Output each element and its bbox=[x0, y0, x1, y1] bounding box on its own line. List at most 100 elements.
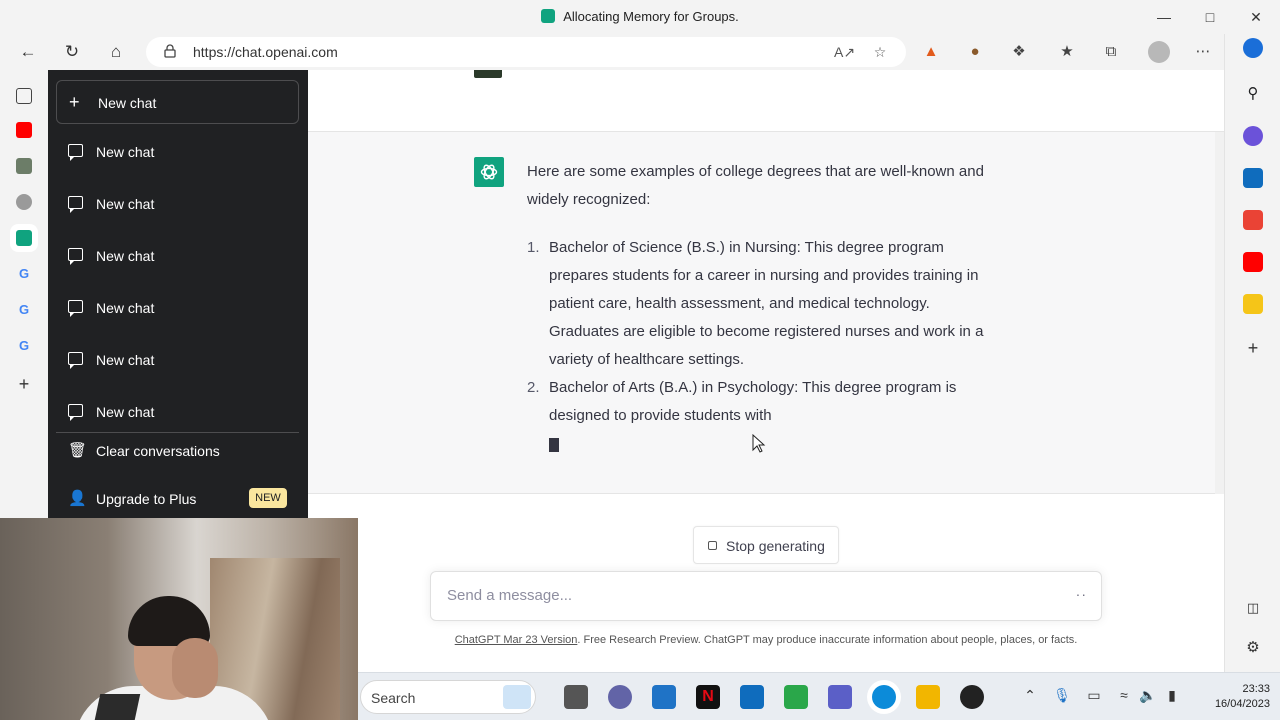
copilot-icon[interactable] bbox=[1243, 126, 1263, 146]
clock-date: 16/04/2023 bbox=[1214, 698, 1270, 710]
notepad-icon[interactable] bbox=[652, 685, 676, 709]
clear-conversations-button[interactable]: 🗑 Clear conversations bbox=[56, 431, 299, 471]
conversation-item[interactable]: New chat bbox=[56, 289, 299, 329]
conversation-item[interactable]: New chat bbox=[56, 133, 299, 173]
windows-taskbar: Search N ⌃ 🎙 ▭ ≈ 🔈 ▮ 23:33 16/04/2023 bbox=[358, 672, 1280, 720]
list-item-text: Bachelor of Arts (B.A.) in Psychology: T… bbox=[549, 379, 957, 424]
system-clock[interactable]: 23:33 16/04/2023 bbox=[1214, 682, 1270, 712]
user-icon: 👤 bbox=[68, 490, 87, 507]
tab-youtube-icon[interactable] bbox=[16, 122, 32, 138]
refresh-icon[interactable]: ↻ bbox=[59, 40, 85, 64]
conversation-item[interactable]: New chat bbox=[56, 237, 299, 277]
chat-bubble-icon bbox=[68, 144, 83, 161]
plus-icon: + bbox=[69, 92, 80, 112]
conversation-item[interactable]: New chat bbox=[56, 341, 299, 381]
conversation-item[interactable]: New chat bbox=[56, 393, 299, 433]
tab-google-icon[interactable]: G bbox=[16, 302, 32, 318]
store-icon[interactable] bbox=[784, 685, 808, 709]
bing-icon[interactable] bbox=[1243, 38, 1263, 58]
trash-icon: 🗑 bbox=[68, 442, 88, 459]
app-icon[interactable] bbox=[1243, 294, 1263, 314]
new-chat-label: New chat bbox=[98, 95, 157, 111]
new-chat-button[interactable]: + New chat bbox=[56, 80, 299, 124]
outlook-icon[interactable] bbox=[1243, 168, 1263, 188]
scrollbar[interactable] bbox=[1215, 132, 1224, 494]
address-bar[interactable]: https://chat.openai.com A↗ ☆ bbox=[146, 37, 906, 67]
collections-icon[interactable]: ⧉ bbox=[1098, 40, 1124, 64]
conversation-item[interactable]: New chat bbox=[56, 185, 299, 225]
degree-list: 1. Bachelor of Science (B.S.) in Nursing… bbox=[527, 234, 987, 430]
read-aloud-icon[interactable]: A↗ bbox=[834, 42, 855, 62]
chatgpt-favicon-icon bbox=[541, 9, 556, 23]
favorites-icon[interactable]: ★ bbox=[1054, 40, 1080, 64]
tab-title: Allocating Memory for Groups. bbox=[563, 9, 739, 24]
obs-icon[interactable] bbox=[960, 685, 984, 709]
extension-fire-icon[interactable]: ▲ bbox=[918, 40, 944, 64]
meet-icon[interactable] bbox=[608, 685, 632, 709]
user-avatar bbox=[474, 70, 502, 78]
mail-icon[interactable] bbox=[740, 685, 764, 709]
tab-google-icon[interactable]: G bbox=[16, 338, 32, 354]
profile-avatar[interactable] bbox=[1148, 41, 1170, 63]
webcam-person bbox=[91, 694, 141, 720]
netflix-icon[interactable]: N bbox=[696, 685, 720, 709]
chat-main: Here are some examples of college degree… bbox=[308, 70, 1224, 672]
tab-actions-icon[interactable] bbox=[16, 88, 32, 104]
teams-icon[interactable] bbox=[828, 685, 852, 709]
conversation-label: New chat bbox=[96, 196, 155, 212]
conversation-label: New chat bbox=[96, 300, 155, 316]
typing-cursor bbox=[549, 438, 559, 452]
tab-google-icon[interactable]: G bbox=[16, 266, 32, 282]
window-title: Allocating Memory for Groups. bbox=[0, 9, 1280, 24]
display-icon[interactable]: ▭ bbox=[1084, 687, 1104, 704]
search-icon[interactable]: ⚲ bbox=[1243, 84, 1263, 104]
tab-openai-icon[interactable] bbox=[16, 194, 32, 210]
microphone-icon[interactable]: 🎙 bbox=[1052, 687, 1072, 704]
assistant-message: Here are some examples of college degree… bbox=[527, 158, 987, 462]
chat-sidebar: + New chat New chat New chat New chat Ne… bbox=[48, 70, 308, 520]
chat-bubble-icon bbox=[68, 248, 83, 265]
tab-chatgpt-icon[interactable] bbox=[16, 230, 32, 246]
message-placeholder: Send a message... bbox=[447, 587, 573, 604]
extensions-icon[interactable]: ❖ bbox=[1006, 40, 1032, 64]
task-view-icon[interactable] bbox=[564, 685, 588, 709]
list-item: 2. Bachelor of Arts (B.A.) in Psychology… bbox=[527, 374, 987, 430]
lock-icon bbox=[164, 44, 176, 58]
edge-sidebar: ⚲ + ◫ ⚙ bbox=[1224, 34, 1280, 672]
loading-dots-icon: ·· bbox=[1075, 586, 1087, 602]
conversation-label: New chat bbox=[96, 404, 155, 420]
tab-terminal-icon[interactable] bbox=[16, 158, 32, 174]
add-favorite-icon[interactable]: ☆ bbox=[870, 42, 890, 62]
edge-icon[interactable] bbox=[872, 685, 896, 709]
browser-toolbar: ← ↻ ⌂ https://chat.openai.com A↗ ☆ ▲ ● ❖… bbox=[0, 34, 1236, 70]
new-tab-icon[interactable]: + bbox=[16, 375, 32, 393]
add-app-icon[interactable]: + bbox=[1243, 338, 1263, 358]
upgrade-button[interactable]: 👤 Upgrade to Plus NEW bbox=[56, 479, 299, 519]
clear-conversations-label: Clear conversations bbox=[96, 443, 220, 459]
restore-icon[interactable]: □ bbox=[1198, 6, 1222, 28]
chat-bubble-icon bbox=[68, 300, 83, 317]
more-menu-icon[interactable]: ⋯ bbox=[1190, 40, 1216, 64]
settings-gear-icon[interactable]: ⚙ bbox=[1243, 638, 1263, 658]
search-highlight-icon bbox=[503, 685, 531, 709]
version-link[interactable]: ChatGPT Mar 23 Version bbox=[455, 634, 578, 646]
sidebar-toggle-icon[interactable]: ◫ bbox=[1243, 598, 1263, 618]
gmail-icon[interactable] bbox=[1243, 210, 1263, 230]
chat-bubble-icon bbox=[68, 352, 83, 369]
close-icon[interactable]: ✕ bbox=[1244, 6, 1268, 28]
file-explorer-icon[interactable] bbox=[916, 685, 940, 709]
stop-generating-button[interactable]: Stop generating bbox=[693, 526, 839, 564]
battery-icon[interactable]: ▮ bbox=[1162, 687, 1182, 704]
message-input[interactable]: Send a message... ·· bbox=[430, 571, 1102, 621]
browser-title-bar: Allocating Memory for Groups. — □ ✕ bbox=[0, 0, 1280, 34]
tray-chevron-up-icon[interactable]: ⌃ bbox=[1020, 687, 1040, 704]
volume-icon[interactable]: 🔈 bbox=[1138, 687, 1158, 704]
back-icon[interactable]: ← bbox=[15, 40, 41, 64]
disclaimer: ChatGPT Mar 23 Version. Free Research Pr… bbox=[308, 634, 1224, 646]
youtube-icon[interactable] bbox=[1243, 252, 1263, 272]
home-icon[interactable]: ⌂ bbox=[103, 40, 129, 64]
cookie-icon[interactable]: ● bbox=[962, 40, 988, 64]
taskbar-search[interactable]: Search bbox=[360, 680, 536, 714]
minimize-icon[interactable]: — bbox=[1152, 6, 1176, 28]
wifi-icon[interactable]: ≈ bbox=[1114, 687, 1134, 703]
